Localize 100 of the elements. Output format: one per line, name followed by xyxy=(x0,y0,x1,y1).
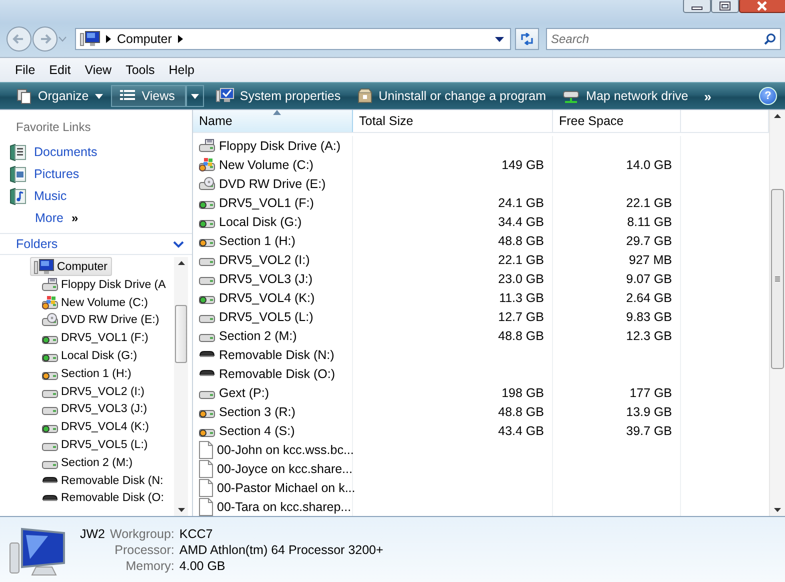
close-button[interactable] xyxy=(739,0,785,13)
tree-item[interactable]: Section 2 (M:) xyxy=(38,454,137,472)
floppy-drive-icon xyxy=(42,278,58,292)
file-name[interactable]: Local Disk (G:) xyxy=(219,214,302,228)
tree-item[interactable]: DVD RW Drive (E:) xyxy=(38,312,164,330)
file-name[interactable]: Section 3 (R:) xyxy=(219,404,296,418)
more-arrow-icon[interactable]: » xyxy=(71,210,78,224)
folders-header[interactable]: Folders xyxy=(0,233,192,255)
favorite-link[interactable]: Music xyxy=(10,185,192,207)
file-name[interactable]: DVD RW Drive (E:) xyxy=(219,176,326,190)
tree-item[interactable]: DRV5_VOL4 (K:) xyxy=(38,418,153,436)
field-label: Processor: xyxy=(114,543,174,557)
table-cell: 29.7 GB xyxy=(626,234,672,248)
address-bar[interactable]: Computer xyxy=(75,28,511,50)
tree-item[interactable]: DRV5_VOL1 (F:) xyxy=(38,329,152,348)
more-commands-button[interactable]: » xyxy=(696,88,720,104)
caret-icon xyxy=(190,94,199,98)
file-name[interactable]: DRV5_VOL5 (L:) xyxy=(219,310,314,324)
toolbar-button[interactable]: Map network drive xyxy=(554,85,696,107)
tree-item[interactable]: Removable Disk (N: xyxy=(38,472,168,490)
breadcrumb-arrow-icon[interactable] xyxy=(106,35,111,43)
table-cell: 48.8 GB xyxy=(498,234,544,248)
field-value: AMD Athlon(tm) 64 Processor 3200+ xyxy=(179,543,384,557)
menu-item[interactable]: Edit xyxy=(42,61,78,79)
system-drive-icon xyxy=(199,158,215,172)
scrollbar[interactable] xyxy=(769,110,785,516)
file-name[interactable]: Removable Disk (N:) xyxy=(219,348,334,362)
refresh-button[interactable] xyxy=(515,28,539,50)
file-name[interactable]: New Volume (C:) xyxy=(219,158,314,172)
document-icon xyxy=(199,478,213,496)
field-label: Memory: xyxy=(124,559,174,573)
field-value: KCC7 xyxy=(179,527,214,541)
menu-item[interactable]: View xyxy=(78,61,119,79)
scroll-thumb[interactable] xyxy=(771,189,784,370)
pictures-folder-icon xyxy=(10,166,26,182)
tree-item[interactable]: Section 1 (H:) xyxy=(38,364,136,383)
breadcrumb-item[interactable]: Computer xyxy=(117,32,172,46)
tree-item[interactable]: DRV5_VOL5 (L:) xyxy=(38,436,152,454)
more-link[interactable]: More xyxy=(35,210,64,224)
file-name[interactable]: Section 1 (H:) xyxy=(219,234,296,248)
toolbar-button[interactable]: System properties xyxy=(208,85,349,107)
sort-arrow-icon xyxy=(272,110,280,115)
tree-item[interactable]: DRV5_VOL2 (I:) xyxy=(38,382,149,401)
column-header[interactable]: Free Space xyxy=(553,110,681,132)
menu-item[interactable]: Help xyxy=(162,61,202,79)
file-name[interactable]: 00-Pastor Michael on k... xyxy=(217,480,356,494)
file-name[interactable]: 00-Joyce on kcc.share... xyxy=(217,462,352,476)
toolbar-button[interactable]: Organize xyxy=(8,85,111,107)
scroll-thumb[interactable] xyxy=(175,305,187,363)
file-name[interactable]: Floppy Disk Drive (A:) xyxy=(219,138,341,152)
table-cell: 13.9 GB xyxy=(626,404,672,418)
dropdown-arrow-icon[interactable] xyxy=(495,36,504,42)
file-name[interactable]: DRV5_VOL2 (I:) xyxy=(219,252,310,266)
minimize-button[interactable] xyxy=(683,0,711,13)
menu-item[interactable]: Tools xyxy=(118,61,162,79)
file-name[interactable]: 00-John on kcc.wss.bc... xyxy=(217,442,354,456)
table-cell: 48.8 GB xyxy=(498,328,544,342)
system-drive-icon xyxy=(42,296,58,310)
file-name[interactable]: DRV5_VOL1 (F:) xyxy=(219,196,314,210)
favorite-link[interactable]: Documents xyxy=(10,141,192,163)
search-icon[interactable] xyxy=(764,33,776,45)
table-cell: 23.0 GB xyxy=(498,272,544,286)
file-name[interactable]: DRV5_VOL4 (K:) xyxy=(219,290,315,304)
tree-item[interactable]: New Volume (C:) xyxy=(38,294,152,312)
table-cell: 8.11 GB xyxy=(627,214,672,228)
tree-item[interactable]: Local Disk (G:) xyxy=(38,347,142,365)
table-cell: 24.1 GB xyxy=(498,196,544,210)
file-name[interactable]: Gext (P:) xyxy=(219,386,270,400)
computer-icon xyxy=(34,258,54,274)
table-cell: 12.7 GB xyxy=(498,310,544,324)
table-cell: 14.0 GB xyxy=(626,158,672,172)
column-header[interactable]: Name xyxy=(193,110,353,132)
table-cell: 43.4 GB xyxy=(498,424,544,438)
field-value: 4.00 GB xyxy=(179,559,226,573)
tree-item[interactable]: Floppy Disk Drive (A xyxy=(38,276,170,294)
tree-item[interactable]: DRV5_VOL3 (J:) xyxy=(38,400,152,418)
floppy-drive-icon xyxy=(199,138,215,152)
file-name[interactable]: Removable Disk (O:) xyxy=(219,366,335,380)
breadcrumb-arrow-icon[interactable] xyxy=(178,35,183,43)
tree-item[interactable]: Removable Disk (O: xyxy=(38,490,168,508)
table-cell: 22.1 GB xyxy=(626,196,672,210)
file-name[interactable]: DRV5_VOL3 (J:) xyxy=(219,272,313,286)
scrollbar[interactable] xyxy=(174,257,188,516)
maximize-button[interactable] xyxy=(711,0,739,13)
tree-item[interactable]: Computer xyxy=(30,257,112,276)
music-folder-icon xyxy=(10,188,26,204)
file-name[interactable]: Section 2 (M:) xyxy=(219,328,297,342)
search-box[interactable]: Search xyxy=(546,28,781,50)
menu-item[interactable]: File xyxy=(8,61,42,79)
favorite-link[interactable]: Pictures xyxy=(10,163,192,185)
table-cell: 9.07 GB xyxy=(626,272,672,286)
views-dropdown-button[interactable] xyxy=(186,85,204,107)
views-button[interactable]: Views xyxy=(110,85,186,107)
table-cell: 927 MB xyxy=(628,252,672,266)
refresh-icon xyxy=(520,33,534,45)
search-field[interactable]: Search xyxy=(551,32,764,46)
toolbar-button[interactable]: Uninstall or change a program xyxy=(348,85,554,107)
column-header[interactable]: Total Size xyxy=(353,110,553,132)
file-name[interactable]: 00-Tara on kcc.sharep... xyxy=(217,500,352,514)
file-name[interactable]: Section 4 (S:) xyxy=(219,424,295,438)
